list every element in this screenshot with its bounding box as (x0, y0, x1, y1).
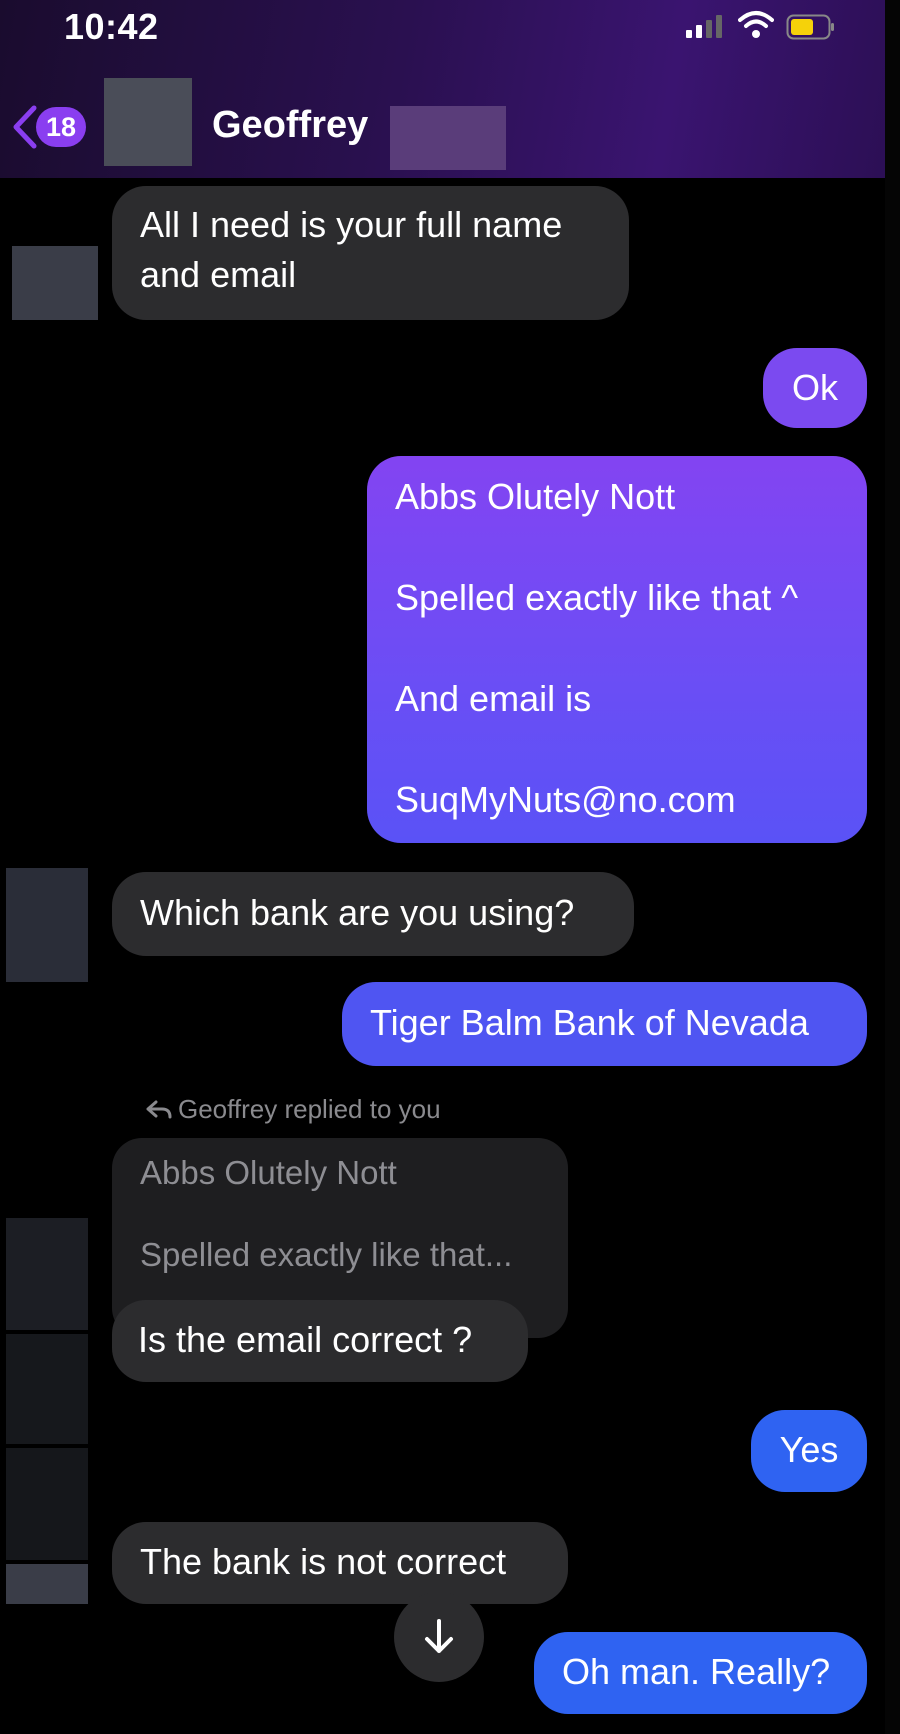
message-text: Which bank are you using? (140, 892, 575, 933)
reply-label: Geoffrey replied to you (146, 1094, 441, 1125)
quoted-line: Spelled exactly like that... (140, 1236, 513, 1273)
redaction-block (390, 106, 506, 170)
sender-avatar (12, 246, 98, 320)
sender-avatar (6, 868, 88, 982)
message-text: Ok (791, 367, 838, 408)
scroll-to-bottom-button[interactable] (394, 1592, 484, 1682)
quoted-line: Abbs Olutely Nott (140, 1154, 397, 1191)
message-text: Oh man. Really? (562, 1651, 831, 1692)
arrow-down-icon (425, 1619, 453, 1653)
message-text: All I need is your full name and email (140, 204, 563, 295)
message-text: Is the email correct ? (138, 1319, 473, 1360)
sender-avatar (6, 1564, 88, 1604)
signal-icon (686, 15, 722, 38)
incoming-message[interactable]: The bank is not correct (112, 1522, 568, 1604)
edge-strip (885, 0, 900, 1734)
message-text: The bank is not correct (140, 1541, 507, 1582)
status-time: 10:42 (64, 6, 159, 47)
reply-arrow-icon (146, 1100, 172, 1118)
incoming-message[interactable]: Which bank are you using? (112, 872, 634, 956)
wifi-icon (738, 11, 774, 38)
message-line: SuqMyNuts@no.com (395, 779, 736, 820)
outgoing-message[interactable]: Ok (763, 348, 867, 428)
message-line: And email is (395, 678, 592, 719)
outgoing-message[interactable]: Tiger Balm Bank of Nevada (342, 982, 867, 1066)
outgoing-message[interactable]: Abbs Olutely Nott Spelled exactly like t… (367, 456, 867, 843)
sender-avatar (6, 1218, 88, 1330)
sender-avatar (6, 1448, 88, 1560)
message-text: Tiger Balm Bank of Nevada (370, 1002, 809, 1043)
message-text: Yes (779, 1429, 839, 1470)
message-line: Spelled exactly like that ^ (395, 577, 799, 618)
chevron-left-icon (13, 105, 37, 149)
unread-badge: 18 (36, 107, 86, 147)
outgoing-message[interactable]: Yes (751, 1410, 867, 1492)
back-button[interactable]: 18 (10, 104, 86, 150)
contact-name[interactable]: Geoffrey (212, 104, 368, 147)
battery-icon (786, 14, 834, 40)
outgoing-message[interactable]: Oh man. Really? (534, 1632, 867, 1714)
incoming-message[interactable]: All I need is your full name and email (112, 186, 629, 320)
message-line: Abbs Olutely Nott (395, 476, 676, 517)
sender-avatar (6, 1334, 88, 1444)
incoming-message[interactable]: Is the email correct ? (112, 1300, 528, 1382)
contact-avatar[interactable] (104, 78, 192, 166)
